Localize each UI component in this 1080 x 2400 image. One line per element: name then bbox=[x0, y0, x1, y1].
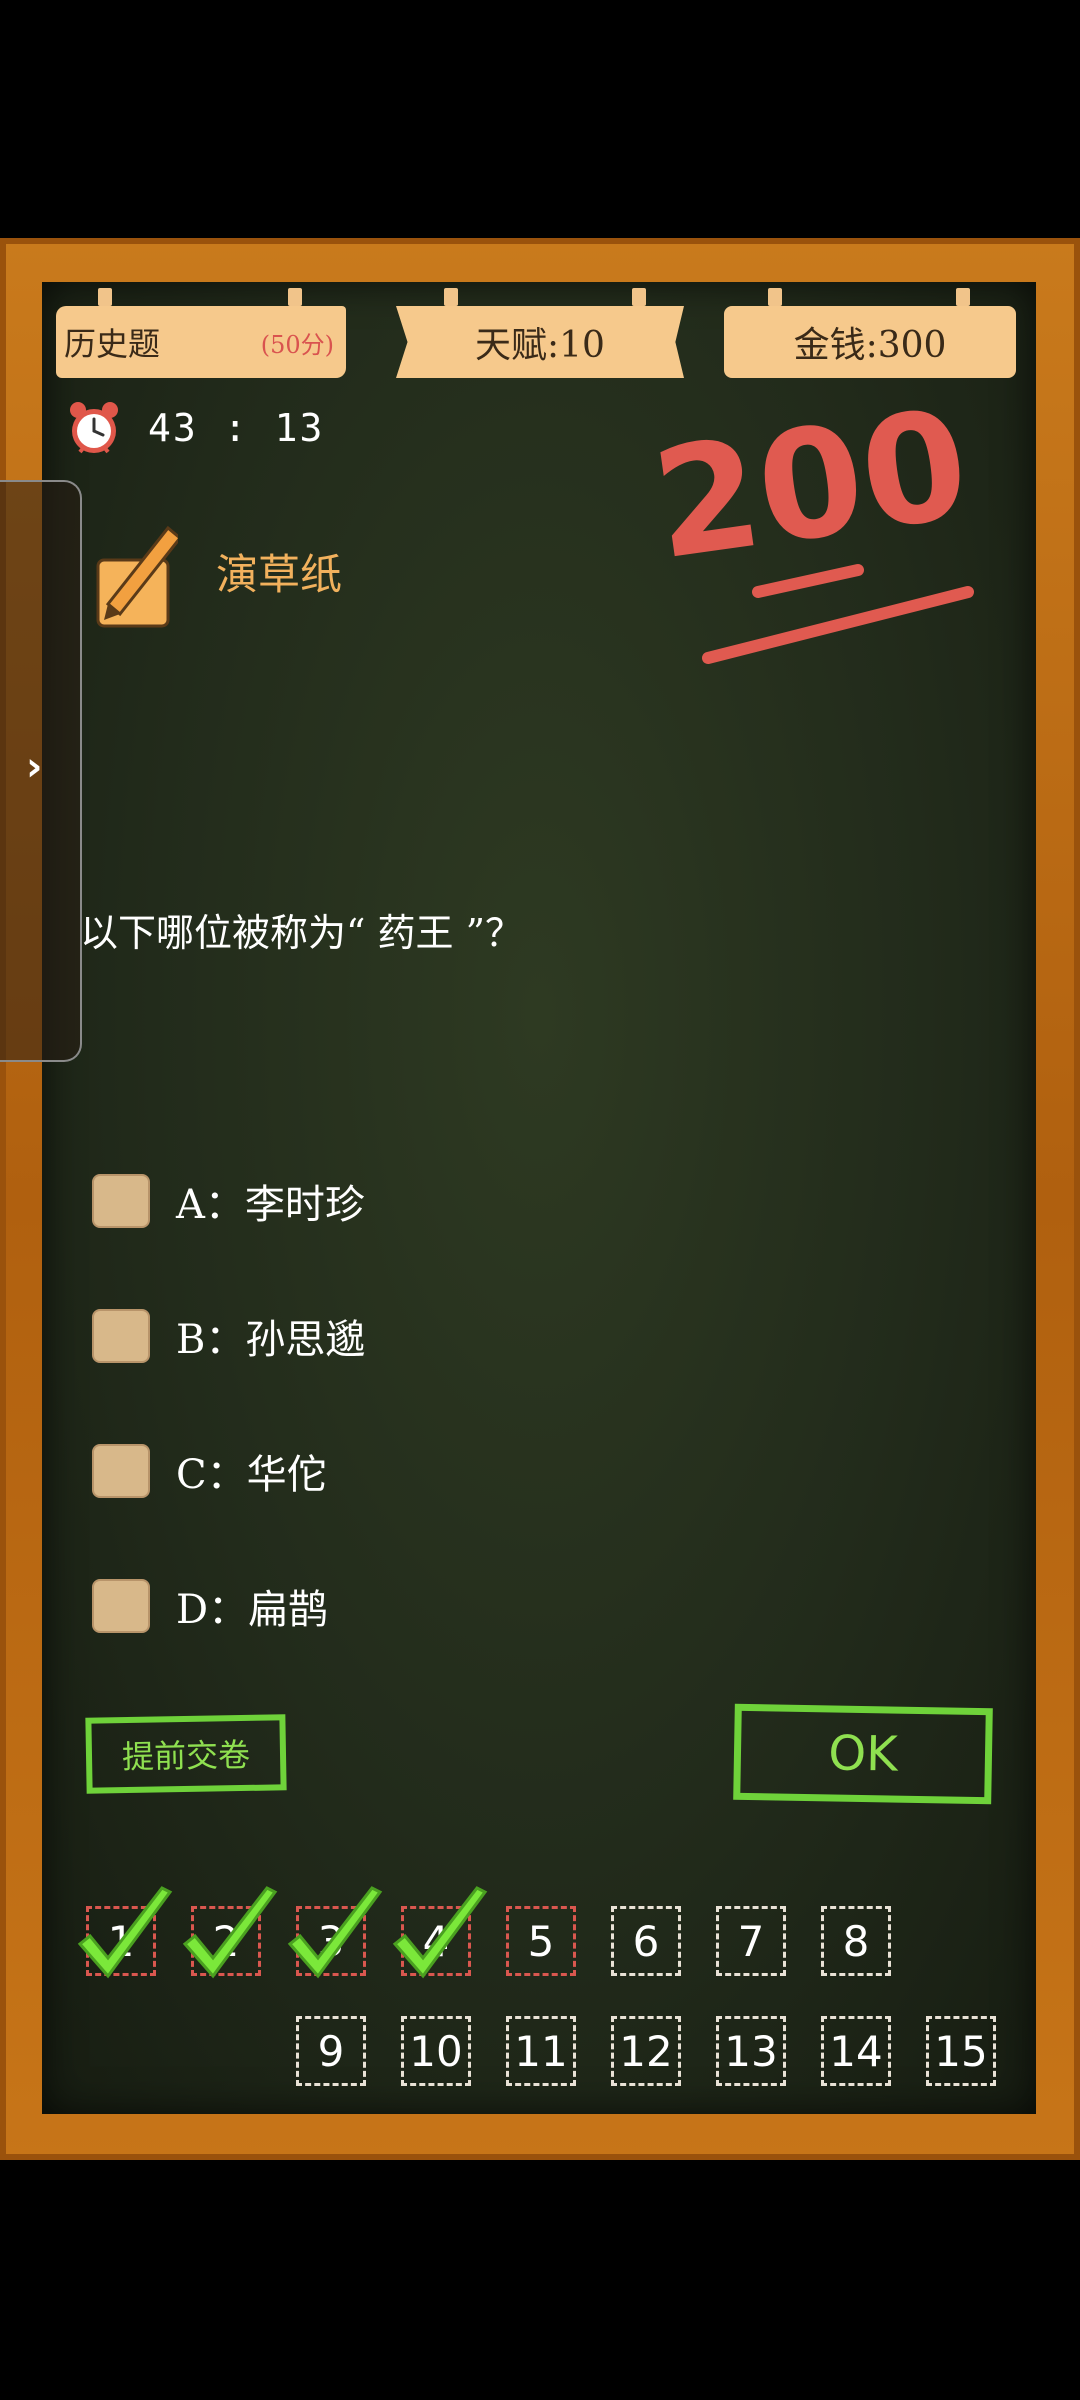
score-underline bbox=[702, 586, 974, 664]
option-checkbox[interactable] bbox=[92, 1309, 150, 1363]
money-label: 金钱:300 bbox=[793, 325, 947, 366]
timer-minutes: 43 bbox=[148, 406, 198, 450]
subject-label: 历史题 bbox=[64, 325, 161, 363]
money-plank: 金钱:300 bbox=[724, 306, 1016, 378]
question-number-5[interactable]: 5 bbox=[506, 1906, 576, 1976]
score-chalk-text: 200 bbox=[644, 396, 978, 593]
checkmark-icon bbox=[287, 1886, 383, 1979]
scratch-paper-button[interactable]: 演草纸 bbox=[94, 508, 342, 634]
score-chalk-display: 200 bbox=[644, 396, 978, 664]
question-number-14[interactable]: 14 bbox=[821, 2016, 891, 2086]
question-number-10[interactable]: 10 bbox=[401, 2016, 471, 2086]
plank-pin bbox=[956, 288, 970, 306]
question-number-7[interactable]: 7 bbox=[716, 1906, 786, 1976]
option-b[interactable]: B：孙思邈 bbox=[92, 1307, 365, 1365]
ok-button[interactable]: OK bbox=[733, 1703, 993, 1805]
option-checkbox[interactable] bbox=[92, 1579, 150, 1633]
question-number-11[interactable]: 11 bbox=[506, 2016, 576, 2086]
option-a[interactable]: A：李时珍 bbox=[92, 1172, 365, 1230]
question-number-13[interactable]: 13 bbox=[716, 2016, 786, 2086]
pencil-note-icon bbox=[96, 525, 178, 628]
plank-pin bbox=[444, 288, 458, 306]
option-label: D：扁鹊 bbox=[176, 1587, 329, 1633]
side-drawer-handle[interactable]: › bbox=[0, 480, 82, 1062]
question-number-6[interactable]: 6 bbox=[611, 1906, 681, 1976]
talent-plank: 天赋:10 bbox=[396, 306, 684, 378]
checkmark-icon bbox=[182, 1886, 278, 1979]
plank-pin bbox=[632, 288, 646, 306]
question-text: 以下哪位被称为“ 药王 ”？ bbox=[80, 911, 524, 955]
question-number-15[interactable]: 15 bbox=[926, 2016, 996, 2086]
option-c[interactable]: C：华佗 bbox=[92, 1442, 327, 1500]
option-d[interactable]: D：扁鹊 bbox=[92, 1577, 328, 1635]
plank-pin bbox=[288, 288, 302, 306]
plank-pin bbox=[768, 288, 782, 306]
scratch-paper-label: 演草纸 bbox=[216, 549, 343, 599]
alarm-clock-icon bbox=[70, 402, 118, 454]
chevron-right-icon: › bbox=[26, 744, 43, 790]
option-label: A：李时珍 bbox=[176, 1182, 365, 1228]
subject-score: (50分) bbox=[260, 330, 334, 359]
question-number-8[interactable]: 8 bbox=[821, 1906, 891, 1976]
plank-pin bbox=[98, 288, 112, 306]
countdown-timer: 43 : 13 bbox=[66, 400, 324, 456]
timer-separator: : bbox=[223, 406, 249, 450]
talent-label: 天赋:10 bbox=[475, 325, 605, 366]
option-checkbox[interactable] bbox=[92, 1174, 150, 1228]
option-label: C：华佗 bbox=[176, 1452, 327, 1498]
timer-seconds: 13 bbox=[274, 406, 325, 450]
checkmark-icon bbox=[77, 1886, 173, 1979]
checkmark-icon bbox=[392, 1886, 488, 1979]
option-checkbox[interactable] bbox=[92, 1444, 150, 1498]
question-number-12[interactable]: 12 bbox=[611, 2016, 681, 2086]
submit-early-button[interactable]: 提前交卷 bbox=[85, 1714, 287, 1794]
subject-plank: 历史题 (50分) bbox=[56, 306, 346, 378]
option-label: B：孙思邈 bbox=[176, 1317, 366, 1363]
question-number-9[interactable]: 9 bbox=[296, 2016, 366, 2086]
